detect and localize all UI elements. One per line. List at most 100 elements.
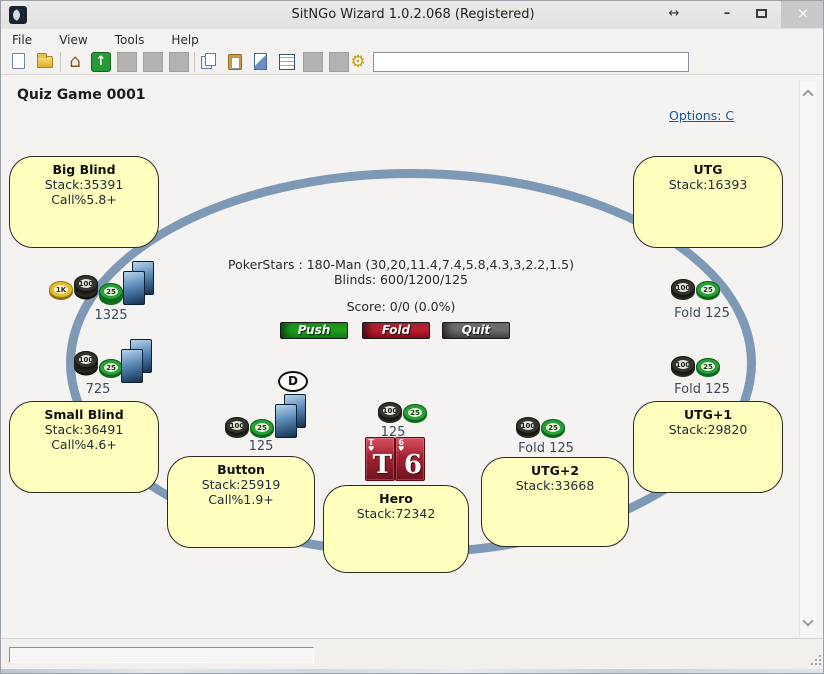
fold-label: Fold 125 [657,306,747,321]
clipboard-page-glyph [231,57,240,69]
chip-25-icon: 25 [696,281,720,298]
grid-glyph [279,54,295,70]
card-back-icon [123,271,145,305]
chip-100-icon: 100 [74,275,98,292]
page-title: Quiz Game 0001 [17,87,146,103]
disabled-icon-1 [117,52,137,72]
bet-chips-big-blind: 1K 100 25 [49,275,124,300]
bet-chips-small-blind: 100 25 [74,351,124,376]
seat-big-blind[interactable]: Big Blind Stack:35391 Call%5.8+ [9,156,159,248]
seat-name: Hero [324,491,468,506]
tournament-info: PokerStars : 180-Man (30,20,11.4,7.4,5.8… [121,257,681,287]
status-bar [1,638,824,669]
paste-icon[interactable] [225,52,245,72]
hero-card-six-hearts: 6♥ 6 [395,437,425,481]
bet-chips-hero: 100 25 [378,402,428,421]
card-backs-button [275,394,307,440]
scroll-down-icon[interactable] [802,615,813,626]
chip-100-icon: 100 [671,279,695,296]
menu-help[interactable]: Help [160,30,209,50]
seat-name: UTG+2 [482,463,628,478]
seat-name: UTG+1 [634,407,782,422]
chip-25-icon: 25 [99,283,123,300]
seat-utg[interactable]: UTG Stack:16393 [633,156,783,248]
resize-grip[interactable] [809,653,821,665]
window-title: SitNGo Wizard 1.0.2.068 (Registered) [1,1,824,29]
chip-100-icon: 100 [516,417,540,434]
disabled-icon-5 [329,52,349,72]
seat-stack: Stack:72342 [324,506,468,521]
quit-button[interactable]: Quit [442,322,510,339]
scroll-up-icon[interactable] [802,89,813,100]
report-page-icon[interactable] [251,52,271,72]
maximize-button[interactable] [747,1,775,28]
calculator-icon[interactable] [277,52,297,72]
seat-name: Small Blind [10,407,158,422]
seat-hero[interactable]: Hero Stack:72342 [323,485,469,573]
hero-cards: T♥ T 6♥ 6 [365,437,425,481]
page-glyph [12,53,25,69]
fold-label: Fold 125 [657,382,747,397]
card-back-icon [275,404,297,438]
seat-utg1[interactable]: UTG+1 Stack:29820 [633,401,783,493]
upload-icon[interactable]: ↑ [91,52,111,72]
minimize-button[interactable]: – [713,1,741,28]
copy-icon[interactable] [199,52,219,72]
main-content: Quiz Game 0001 Options: C Big Blind Stac… [1,75,824,638]
chip-25-icon: 25 [99,359,123,376]
chip-25-icon: 25 [696,358,720,375]
seat-stack: Stack:33668 [482,478,628,493]
bet-chips-utg: 100 25 [671,279,721,298]
game-selector-combobox[interactable] [373,52,689,72]
open-folder-icon[interactable] [35,52,55,72]
vertical-scrollbar[interactable] [799,81,816,637]
dealer-button-icon: D [278,371,308,392]
seat-name: Big Blind [10,162,158,177]
chip-25-icon: 25 [250,419,274,436]
menu-tools[interactable]: Tools [104,30,156,50]
seat-stack: Stack:25919 [168,477,314,492]
seat-stack: Stack:35391 [10,177,158,192]
hero-card-ten-hearts: T♥ T [365,437,395,481]
chip-25-icon: 25 [403,404,427,421]
maximize-icon [756,9,767,18]
options-link[interactable]: Options: C [669,108,734,123]
toolbar-separator [60,52,61,72]
pan-resize-icon[interactable]: ↔ [661,1,687,28]
chip-1k-icon: 1K [49,281,73,298]
folder-glyph [37,56,53,68]
app-window: SitNGo Wizard 1.0.2.068 (Registered) ↔ –… [0,0,824,674]
home-icon[interactable]: ⌂ [65,52,85,72]
seat-name: UTG [634,162,782,177]
menu-bar: File View Tools Help [1,29,824,49]
disabled-icon-2 [143,52,163,72]
seat-name: Button [168,462,314,477]
bet-chips-button: 100 25 [225,417,275,436]
seat-button[interactable]: Button Stack:25919 Call%1.9+ [167,456,315,548]
menu-view[interactable]: View [48,30,98,50]
tournament-structure: PokerStars : 180-Man (30,20,11.4,7.4,5.8… [121,257,681,272]
new-file-icon[interactable] [9,52,29,72]
disabled-icon-3 [169,52,189,72]
chip-100-icon: 100 [671,356,695,373]
close-button[interactable]: × [781,1,824,28]
chip-25-icon: 25 [541,419,565,436]
bet-amount: 125 [216,439,306,454]
seat-call: Call%4.6+ [10,437,158,452]
fold-button[interactable]: Fold [362,322,430,339]
progress-indicator [9,647,314,663]
bet-chips-utg1: 100 25 [671,356,721,375]
menu-file[interactable]: File [1,30,43,50]
seat-utg2[interactable]: UTG+2 Stack:33668 [481,457,629,547]
chip-100-icon: 100 [378,402,402,419]
seat-small-blind[interactable]: Small Blind Stack:36491 Call%4.6+ [9,401,159,493]
settings-gear-icon[interactable]: ⚙ [348,52,368,72]
disabled-icon-4 [303,52,323,72]
fold-label: Fold 125 [501,441,591,456]
push-button[interactable]: Push [280,322,348,339]
score-text: Score: 0/0 (0.0%) [121,299,681,314]
card-backs-big-blind [123,261,155,307]
chip-100-icon: 100 [225,417,249,434]
taskbar-sliver [1,669,824,674]
copy-front-glyph [205,53,216,66]
